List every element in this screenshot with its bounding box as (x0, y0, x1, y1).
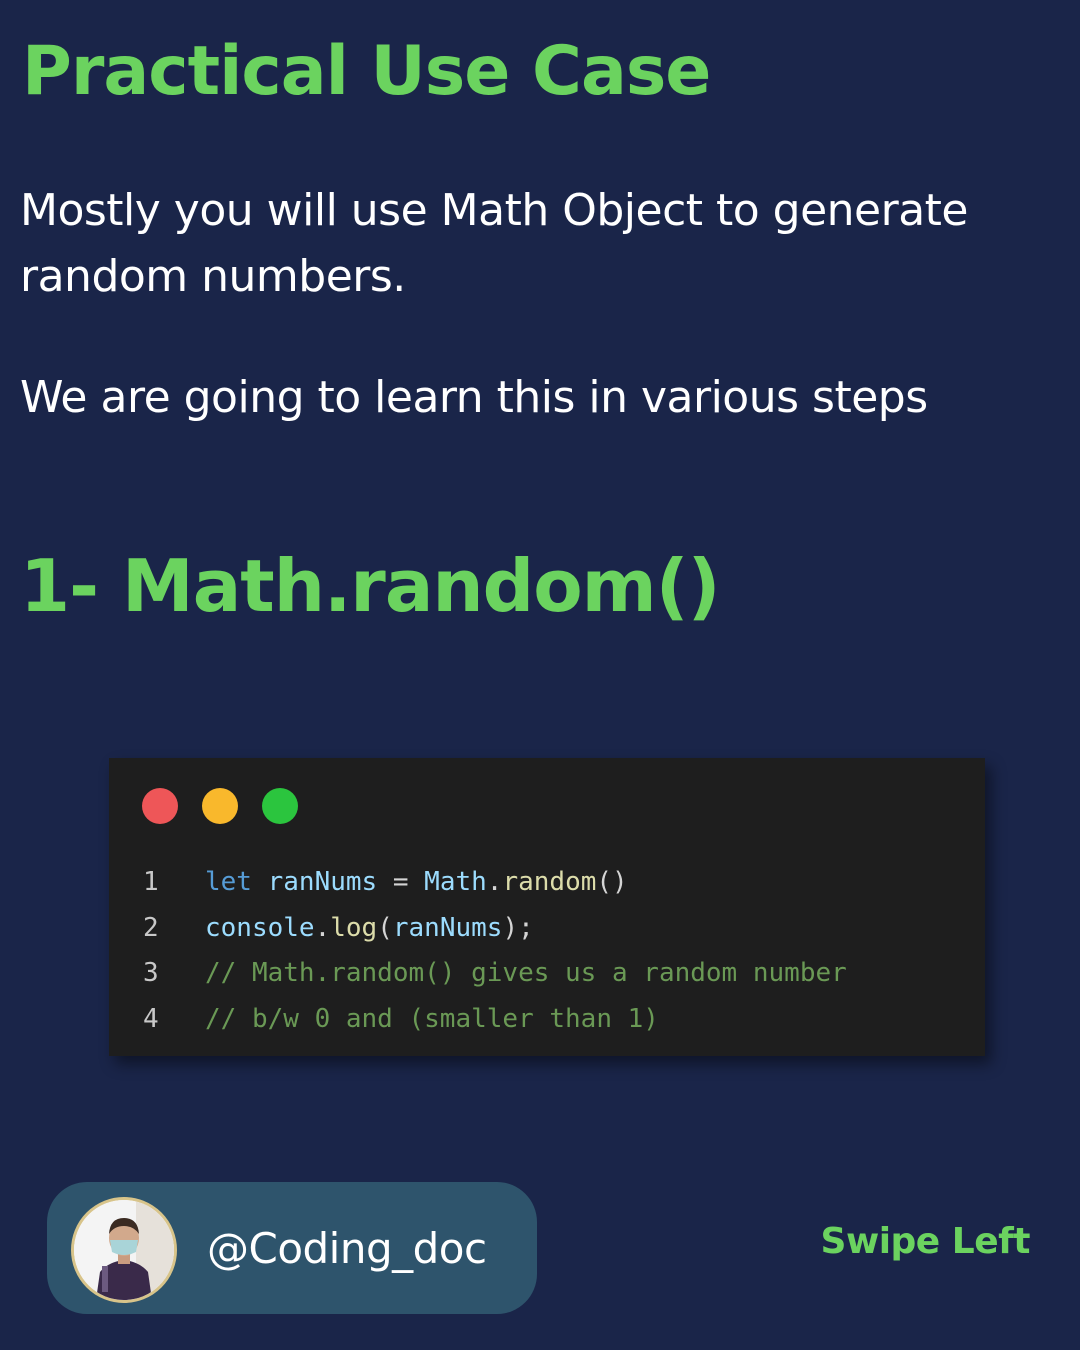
swipe-left-label: Swipe Left (820, 1221, 1031, 1262)
page-title: Practical Use Case (22, 32, 711, 111)
code-token: console (205, 912, 315, 943)
line-number: 4 (143, 1003, 159, 1034)
line-number: 3 (143, 958, 159, 988)
step-heading: 1- Math.random() (20, 544, 720, 628)
code-token: // b/w 0 and (smaller than 1) (205, 1003, 659, 1034)
code-token: . (314, 912, 331, 943)
profile-photo-icon (74, 1200, 174, 1300)
code-token: Math (424, 867, 487, 897)
code-token: let (205, 867, 252, 897)
code-token: ); (502, 912, 534, 943)
line-number: 1 (143, 867, 159, 897)
line-code: // Math.random() gives us a random numbe… (205, 951, 847, 997)
code-token: . (486, 867, 503, 897)
steps-paragraph: We are going to learn this in various st… (20, 372, 928, 423)
code-token: ranNums (392, 912, 503, 943)
profile-handle: @Coding_doc (207, 1224, 487, 1273)
code-token: () (596, 867, 628, 897)
line-code: // b/w 0 and (smaller than 1) (205, 997, 659, 1043)
profile-badge[interactable]: @Coding_doc (47, 1182, 537, 1314)
code-token: ( (377, 912, 393, 943)
line-code: console.log(ranNums); (205, 906, 534, 952)
code-token: // Math.random() gives us a random numbe… (205, 958, 847, 988)
code-token: log (330, 912, 378, 943)
window-close-dot-icon (142, 788, 178, 824)
window-maximize-dot-icon (262, 788, 298, 824)
code-token: random (502, 867, 597, 897)
line-code: let ranNums = Math.random() (205, 860, 628, 906)
code-window: 1 let ranNums = Math.random() 2 console.log… (109, 758, 985, 1056)
code-token: = (377, 867, 425, 897)
line-number: 2 (143, 912, 159, 943)
avatar (71, 1197, 177, 1303)
window-minimize-dot-icon (202, 788, 238, 824)
code-token: ranNums (267, 867, 378, 897)
intro-paragraph: Mostly you will use Math Object to gener… (20, 185, 968, 302)
